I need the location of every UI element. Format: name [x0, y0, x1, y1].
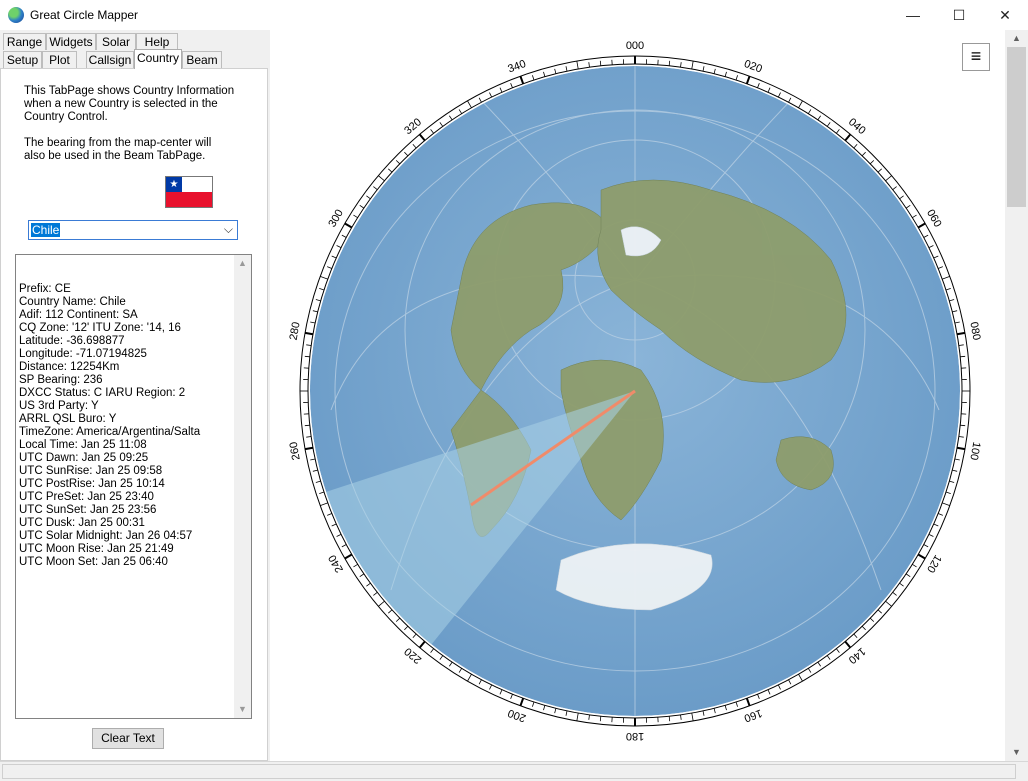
tab-help[interactable]: Help — [136, 33, 178, 50]
bearing-tick — [668, 60, 671, 66]
country-info-line: Local Time: Jan 25 11:08 — [19, 439, 147, 451]
country-info-line: UTC PreSet: Jan 25 23:40 — [19, 491, 154, 503]
country-info-line: CQ Zone: '12' ITU Zone: '14, 16 — [19, 322, 181, 334]
bearing-label: 080 — [967, 321, 982, 341]
title-bar: Great Circle Mapper — ☐ ✕ — [0, 0, 1028, 30]
bearing-label: 160 — [742, 707, 763, 725]
bearing-label: 020 — [742, 58, 763, 76]
bearing-label: 180 — [626, 730, 644, 742]
scroll-up-icon[interactable]: ▲ — [1005, 30, 1028, 47]
country-info-lines: Prefix: CE Country Name: Chile Adif: 112 C… — [19, 283, 231, 569]
bearing-tick — [960, 424, 966, 427]
window-title: Great Circle Mapper — [30, 8, 139, 22]
tab-callsign[interactable]: Callsign — [86, 51, 134, 68]
tab-range[interactable]: Range — [3, 33, 46, 50]
chevron-down-icon[interactable]: ⌵ — [224, 222, 233, 237]
bearing-label: 280 — [288, 321, 303, 341]
minimize-button[interactable]: — — [890, 0, 936, 30]
country-info-line: Country Name: Chile — [19, 296, 126, 308]
status-bar — [0, 761, 1028, 781]
country-info-line: UTC SunSet: Jan 25 23:56 — [19, 504, 157, 516]
bearing-label: 340 — [506, 58, 527, 76]
tab-plot[interactable]: Plot — [42, 51, 77, 68]
chile-flag-icon: ★ — [165, 176, 213, 208]
bearing-label: 260 — [288, 441, 303, 461]
tab-setup[interactable]: Setup — [3, 51, 42, 68]
country-info-line: DXCC Status: C IARU Region: 2 — [19, 387, 186, 399]
bearing-tick — [956, 331, 966, 336]
scroll-thumb[interactable] — [1007, 47, 1026, 207]
bearing-tick — [599, 60, 602, 66]
country-info-line: UTC Solar Midnight: Jan 26 04:57 — [19, 530, 193, 542]
menu-icon[interactable]: ≡ — [962, 43, 990, 71]
close-button[interactable]: ✕ — [982, 0, 1028, 30]
tab-description: This TabPage shows Country Information w… — [24, 85, 235, 162]
country-info-line: TimeZone: America/Argentina/Salta — [19, 426, 201, 438]
country-info-line: UTC Dawn: Jan 25 09:25 — [19, 452, 149, 464]
country-info-line: Longitude: -71.07194825 — [19, 348, 147, 360]
country-info-line: SP Bearing: 236 — [19, 374, 103, 386]
bearing-label: 200 — [506, 707, 527, 725]
country-info-line: UTC PostRise: Jan 25 10:14 — [19, 478, 165, 490]
bearing-tick — [960, 355, 966, 358]
flag-star-icon: ★ — [166, 177, 182, 192]
bearing-tick — [304, 446, 314, 451]
bearing-label: 000 — [626, 40, 644, 52]
country-info-line: ARRL QSL Buro: Y — [19, 413, 117, 425]
azimuthal-map[interactable]: 0000200400600801001201401601802002202402… — [271, 30, 1005, 761]
bearing-tick — [304, 424, 310, 427]
maximize-button[interactable]: ☐ — [936, 0, 982, 30]
bearing-tick — [668, 716, 671, 722]
tab-beam[interactable]: Beam — [182, 51, 222, 68]
country-info-line: UTC Dusk: Jan 25 00:31 — [19, 517, 145, 529]
country-info-line: Distance: 12254Km — [19, 361, 120, 373]
scroll-up-icon[interactable]: ▲ — [234, 255, 251, 272]
bearing-tick — [304, 355, 310, 358]
country-info-line: Adif: 112 Continent: SA — [19, 309, 138, 321]
textbox-scrollbar[interactable]: ▲ ▼ — [234, 255, 251, 718]
scroll-down-icon[interactable]: ▼ — [234, 701, 251, 718]
country-info-line: UTC SunRise: Jan 25 09:58 — [19, 465, 163, 477]
clear-text-button[interactable]: Clear Text — [92, 728, 164, 749]
bearing-tick — [599, 716, 602, 722]
country-info-line: Prefix: CE — [19, 283, 71, 295]
country-info-line: UTC Moon Set: Jan 25 06:40 — [19, 556, 168, 568]
country-info-line: Latitude: -36.698877 — [19, 335, 125, 347]
bearing-label: 100 — [967, 441, 982, 461]
country-info-line: UTC Moon Rise: Jan 25 21:49 — [19, 543, 174, 555]
country-select-value: Chile — [31, 223, 61, 237]
tab-solar[interactable]: Solar — [96, 33, 136, 50]
map-area[interactable]: 000 020 040 060 080 100 120 140 160 180 200 220 240 2… — [271, 30, 1005, 761]
country-info-textbox[interactable]: Prefix: CE Country Name: Chile Adif: 112 C… — [15, 254, 252, 719]
map-scrollbar[interactable]: ▲ ▼ — [1005, 30, 1028, 761]
bearing-tick — [956, 446, 966, 451]
tab-widgets[interactable]: Widgets — [46, 33, 96, 50]
bearing-tick — [304, 331, 314, 336]
country-select[interactable]: Chile ⌵ — [28, 220, 238, 240]
country-info-line: US 3rd Party: Y — [19, 400, 99, 412]
scroll-down-icon[interactable]: ▼ — [1005, 744, 1028, 761]
tab-country[interactable]: Country — [134, 49, 182, 69]
globe-icon — [8, 7, 24, 23]
